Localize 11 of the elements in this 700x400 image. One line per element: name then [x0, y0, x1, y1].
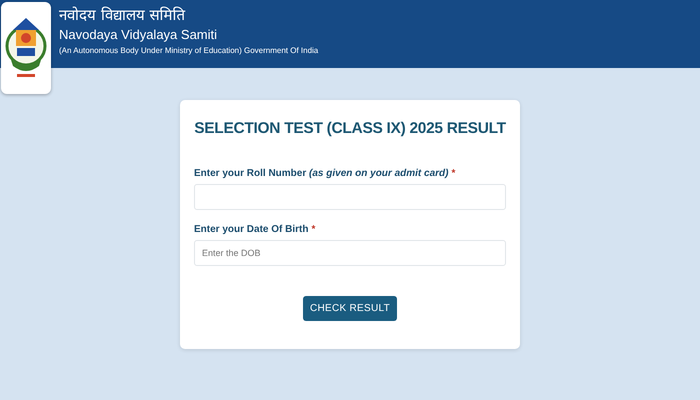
organisation-name-hindi: नवोदय विद्यालय समिति: [59, 6, 187, 25]
input-field[interactable]: Enter the DOB: [194, 240, 506, 266]
form-heading: SELECTION TEST (CLASS IX) 2025 RESULT: [194, 120, 506, 138]
check-result-button[interactable]: CHECK RESULT: [302, 296, 398, 321]
input-field[interactable]: [194, 184, 506, 210]
required-mark: *: [311, 224, 316, 235]
required-mark: *: [452, 168, 456, 179]
field-label: Enter your Roll Number (as given on your admit card): [194, 168, 448, 179]
organisation-name: Navodaya Vidyalaya Samiti: [59, 26, 218, 44]
organisation-subtitle: (An Autonomous Body Under Ministry of Education) Government Of India: [59, 45, 318, 57]
field-label: Enter your Date Of Birth: [194, 224, 308, 235]
